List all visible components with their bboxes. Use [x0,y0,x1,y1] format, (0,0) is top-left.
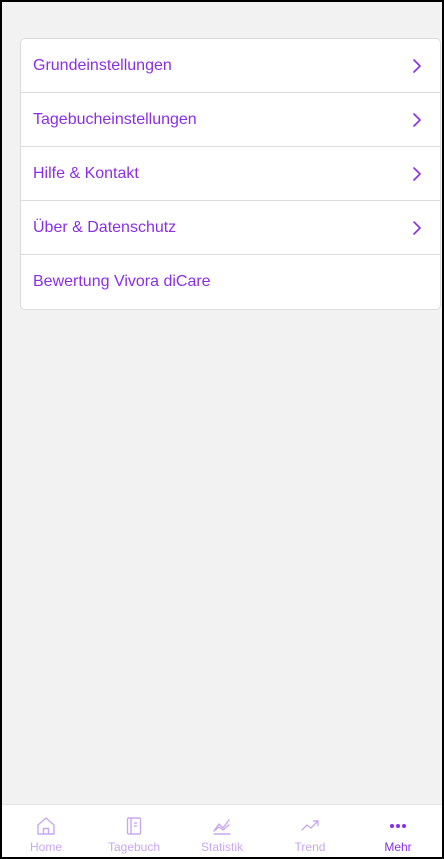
tab-label: Trend [294,840,326,854]
bottom-tab-bar: Home Tagebuch Statistik Trend Mehr [2,804,442,857]
tab-label: Tagebuch [107,840,161,854]
menu-item-grundeinstellungen[interactable]: Grundeinstellungen [21,39,440,93]
chevron-right-icon [413,220,421,235]
tab-mehr[interactable]: Mehr [354,805,442,857]
menu-item-label: Bewertung Vivora diCare [33,273,211,290]
menu-item-label: Grundeinstellungen [33,56,172,74]
tab-label: Mehr [384,840,412,854]
trend-icon [301,820,319,831]
menu-item-label: Über & Datenschutz [33,218,177,236]
chevron-right-icon [413,166,421,181]
screen: Grundeinstellungen Tagebucheinstellungen… [2,2,442,857]
diary-icon [126,817,142,835]
menu-item-label: Tagebucheinstellungen [33,110,197,128]
statistics-icon [213,819,231,835]
home-icon [37,817,55,835]
menu-item-hilfe-kontakt[interactable]: Hilfe & Kontakt [21,147,440,201]
chevron-right-icon [413,58,421,73]
menu-item-bewertung[interactable]: Bewertung Vivora diCare [21,255,440,309]
tab-trend[interactable]: Trend [266,805,354,857]
chevron-right-icon [413,112,421,127]
tab-tagebuch[interactable]: Tagebuch [90,805,178,857]
tab-home[interactable]: Home [2,805,90,857]
menu-item-label: Hilfe & Kontakt [33,164,139,182]
settings-menu: Grundeinstellungen Tagebucheinstellungen… [20,38,441,310]
menu-item-tagebucheinstellungen[interactable]: Tagebucheinstellungen [21,93,440,147]
menu-item-ueber-datenschutz[interactable]: Über & Datenschutz [21,201,440,255]
tab-statistik[interactable]: Statistik [178,805,266,857]
tab-label: Home [29,840,62,854]
tab-label: Statistik [200,840,243,854]
more-icon [390,824,406,828]
